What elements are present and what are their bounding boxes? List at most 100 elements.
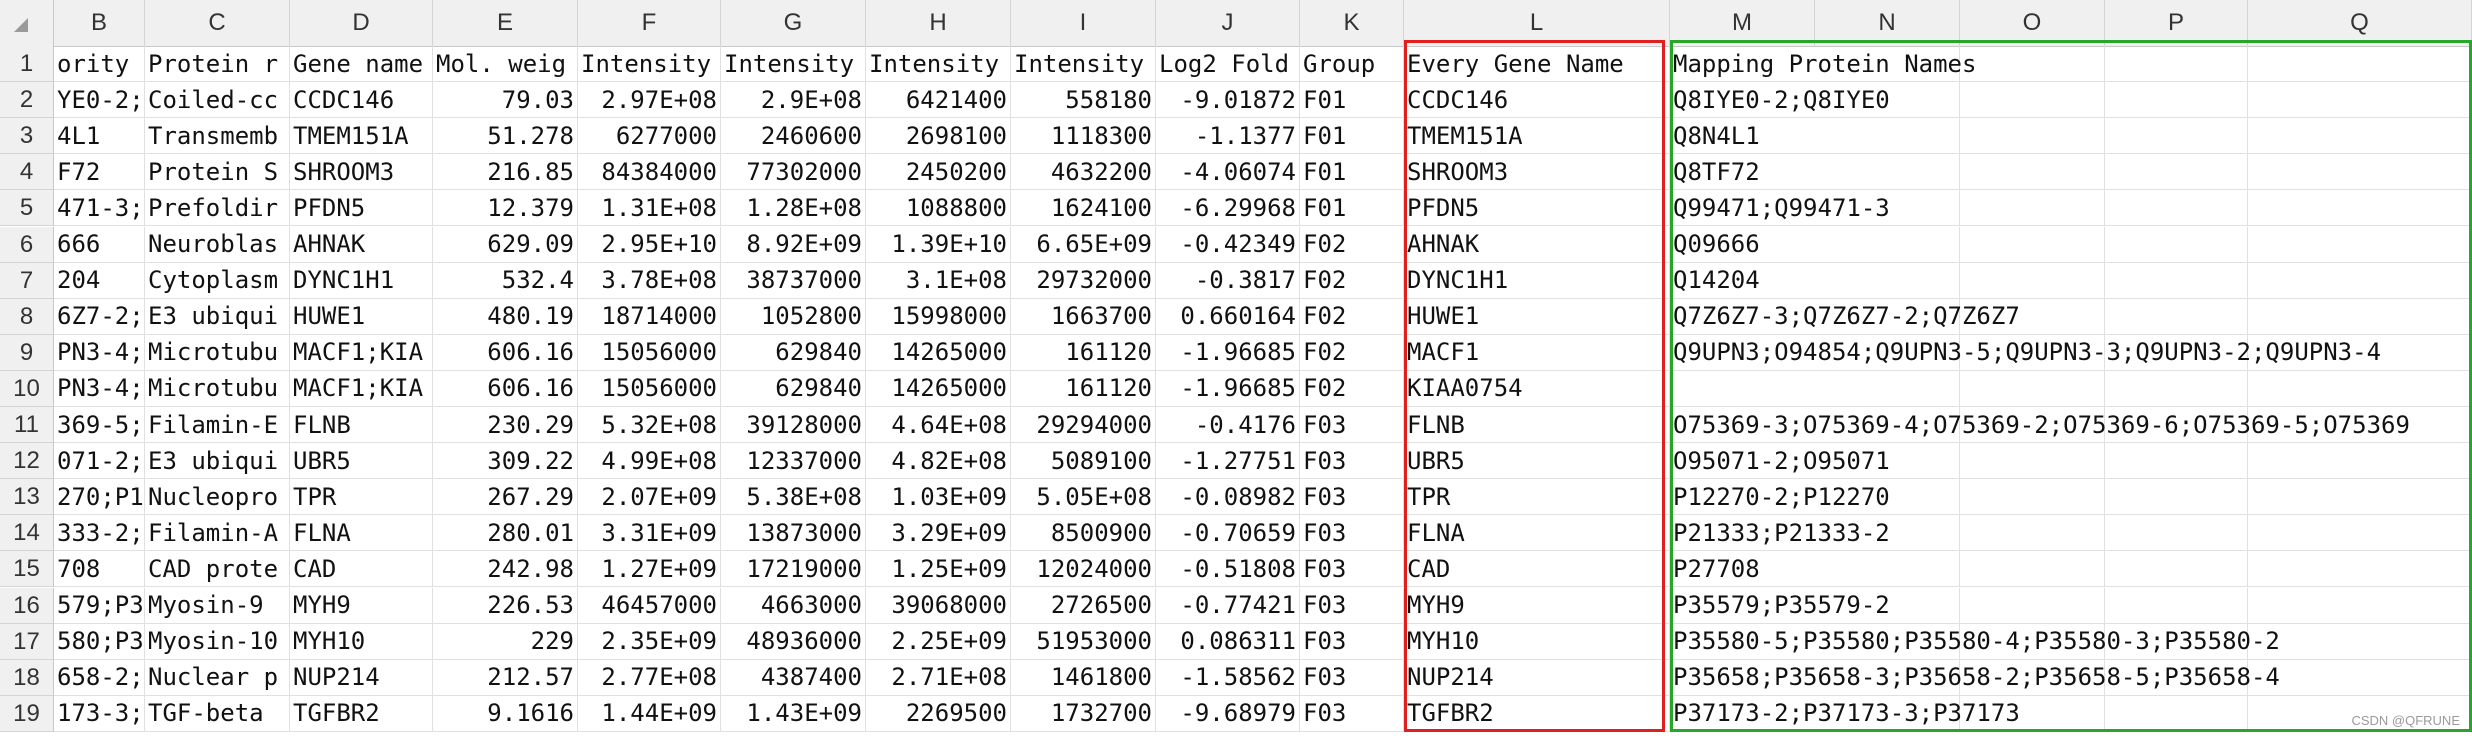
cell-d12[interactable]: UBR5 (290, 443, 433, 480)
cell-d13[interactable]: TPR (290, 479, 433, 516)
select-all-corner[interactable] (0, 0, 54, 46)
row-header[interactable]: 19 (0, 695, 54, 732)
cell-b6[interactable]: 666 (54, 226, 145, 263)
cell-h12[interactable]: 4.82E+08 (866, 443, 1011, 480)
cell-l5[interactable]: PFDN5 (1404, 190, 1670, 227)
cell-h2[interactable]: 6421400 (866, 82, 1011, 119)
row-header[interactable]: 14 (0, 515, 54, 552)
cell-f4[interactable]: 84384000 (578, 154, 721, 191)
cell-g14[interactable]: 13873000 (721, 515, 866, 552)
cell-e6[interactable]: 629.09 (433, 226, 578, 263)
cell-b2[interactable]: YE0-2; (54, 82, 145, 119)
cell-k15[interactable]: F03 (1300, 551, 1404, 588)
cell-b8[interactable]: 6Z7-2; (54, 298, 145, 335)
cell-i18[interactable]: 1461800 (1011, 659, 1156, 696)
cell-c9[interactable]: Microtubu (145, 334, 290, 371)
cell-k12[interactable]: F03 (1300, 443, 1404, 480)
cell-j12[interactable]: -1.27751 (1156, 443, 1300, 480)
cell-b10[interactable]: PN3-4; (54, 370, 145, 407)
cell-e2[interactable]: 79.03 (433, 82, 578, 119)
cell-e3[interactable]: 51.278 (433, 118, 578, 155)
cell-b7[interactable]: 204 (54, 262, 145, 299)
row-header[interactable]: 1 (0, 46, 54, 83)
row-header[interactable]: 5 (0, 190, 54, 227)
cell-h19[interactable]: 2269500 (866, 695, 1011, 732)
row-header[interactable]: 2 (0, 82, 54, 119)
cell-d4[interactable]: SHROOM3 (290, 154, 433, 191)
cell-c7[interactable]: Cytoplasm (145, 262, 290, 299)
cell-c13[interactable]: Nucleopro (145, 479, 290, 516)
cell-j8[interactable]: 0.660164 (1156, 298, 1300, 335)
cell-g5[interactable]: 1.28E+08 (721, 190, 866, 227)
cell-c5[interactable]: Prefoldir (145, 190, 290, 227)
row-header[interactable]: 12 (0, 443, 54, 480)
cell-l9[interactable]: MACF1 (1404, 334, 1670, 371)
cell-g10[interactable]: 629840 (721, 370, 866, 407)
cell-j16[interactable]: -0.77421 (1156, 587, 1300, 624)
cell-e15[interactable]: 242.98 (433, 551, 578, 588)
cell-g19[interactable]: 1.43E+09 (721, 695, 866, 732)
cell-k3[interactable]: F01 (1300, 118, 1404, 155)
cell-j10[interactable]: -1.96685 (1156, 370, 1300, 407)
cell-j11[interactable]: -0.4176 (1156, 407, 1300, 444)
cell-c17[interactable]: Myosin-10 (145, 623, 290, 660)
cell-j7[interactable]: -0.3817 (1156, 262, 1300, 299)
cell-b14[interactable]: 333-2; (54, 515, 145, 552)
cell-i4[interactable]: 4632200 (1011, 154, 1156, 191)
cell-j9[interactable]: -1.96685 (1156, 334, 1300, 371)
cell-f12[interactable]: 4.99E+08 (578, 443, 721, 480)
cell-k2[interactable]: F01 (1300, 82, 1404, 119)
cell-l2[interactable]: CCDC146 (1404, 82, 1670, 119)
cell-f2[interactable]: 2.97E+08 (578, 82, 721, 119)
cell-l15[interactable]: CAD (1404, 551, 1670, 588)
cell-j2[interactable]: -9.01872 (1156, 82, 1300, 119)
cell-c18[interactable]: Nuclear p (145, 659, 290, 696)
cell-i13[interactable]: 5.05E+08 (1011, 479, 1156, 516)
cell-k10[interactable]: F02 (1300, 370, 1404, 407)
column-header-l[interactable]: L (1404, 0, 1670, 46)
cell-h1[interactable]: Intensity (866, 46, 1011, 83)
cell-e18[interactable]: 212.57 (433, 659, 578, 696)
row-header[interactable]: 16 (0, 587, 54, 624)
cell-d17[interactable]: MYH10 (290, 623, 433, 660)
cell-i16[interactable]: 2726500 (1011, 587, 1156, 624)
cell-d11[interactable]: FLNB (290, 407, 433, 444)
cell-m7[interactable]: Q14204 (1670, 263, 2472, 299)
cell-j3[interactable]: -1.1377 (1156, 118, 1300, 155)
cell-b3[interactable]: 4L1 (54, 118, 145, 155)
cell-j18[interactable]: -1.58562 (1156, 659, 1300, 696)
cell-h7[interactable]: 3.1E+08 (866, 262, 1011, 299)
cell-l11[interactable]: FLNB (1404, 407, 1670, 444)
cell-d3[interactable]: TMEM151A (290, 118, 433, 155)
cell-h13[interactable]: 1.03E+09 (866, 479, 1011, 516)
column-header-d[interactable]: D (290, 0, 433, 46)
cell-g7[interactable]: 38737000 (721, 262, 866, 299)
cell-c12[interactable]: E3 ubiqui (145, 443, 290, 480)
cell-j14[interactable]: -0.70659 (1156, 515, 1300, 552)
cell-m2[interactable]: Q8IYE0-2;Q8IYE0 (1670, 82, 2472, 119)
row-header[interactable]: 10 (0, 370, 54, 407)
cell-d14[interactable]: FLNA (290, 515, 433, 552)
cell-c19[interactable]: TGF-beta (145, 695, 290, 732)
cell-e10[interactable]: 606.16 (433, 370, 578, 407)
cell-k9[interactable]: F02 (1300, 334, 1404, 371)
cell-f5[interactable]: 1.31E+08 (578, 190, 721, 227)
cell-c2[interactable]: Coiled-cc (145, 82, 290, 119)
cell-j17[interactable]: 0.086311 (1156, 623, 1300, 660)
cell-l12[interactable]: UBR5 (1404, 443, 1670, 480)
column-header-m[interactable]: M (1670, 0, 1815, 46)
cell-h3[interactable]: 2698100 (866, 118, 1011, 155)
column-header-q[interactable]: Q (2248, 0, 2472, 46)
cell-c14[interactable]: Filamin-A (145, 515, 290, 552)
row-header[interactable]: 7 (0, 262, 54, 299)
cell-g3[interactable]: 2460600 (721, 118, 866, 155)
cell-m10[interactable] (1670, 371, 2472, 407)
cell-c11[interactable]: Filamin-E (145, 407, 290, 444)
cell-g2[interactable]: 2.9E+08 (721, 82, 866, 119)
cell-h8[interactable]: 15998000 (866, 298, 1011, 335)
cell-e11[interactable]: 230.29 (433, 407, 578, 444)
cell-g11[interactable]: 39128000 (721, 407, 866, 444)
cell-e12[interactable]: 309.22 (433, 443, 578, 480)
cell-c3[interactable]: Transmemb (145, 118, 290, 155)
cell-k7[interactable]: F02 (1300, 262, 1404, 299)
